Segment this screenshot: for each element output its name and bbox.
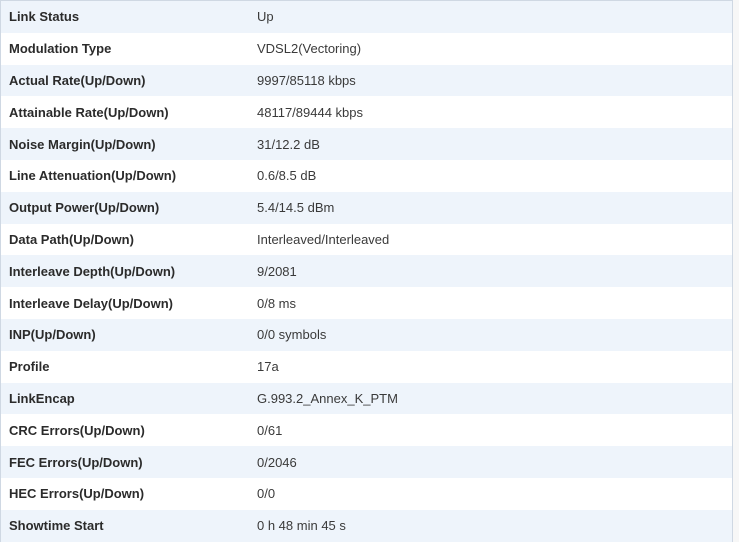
row-label: Interleave Delay(Up/Down)	[9, 295, 173, 311]
row-value: 9997/85118 kbps	[257, 72, 356, 88]
row-label: Noise Margin(Up/Down)	[9, 136, 156, 152]
row-value: 0/61	[257, 422, 283, 438]
table-row-interleave-delay: Interleave Delay(Up/Down) 0/8 ms	[1, 287, 732, 319]
table-row-actual-rate: Actual Rate(Up/Down) 9997/85118 kbps	[1, 64, 732, 97]
dsl-status-table: Link Status Up Modulation Type VDSL2(Vec…	[0, 0, 733, 542]
row-value: 31/12.2 dB	[257, 136, 320, 152]
table-row-interleave-depth: Interleave Depth(Up/Down) 9/2081	[1, 255, 732, 288]
table-row-showtime-start: Showtime Start 0 h 48 min 45 s	[1, 509, 732, 542]
row-label: HEC Errors(Up/Down)	[9, 486, 145, 502]
row-value: 0/8 ms	[257, 295, 297, 311]
row-value: 5.4/14.5 dBm	[257, 200, 335, 216]
table-row-crc-errors: CRC Errors(Up/Down) 0/61	[1, 414, 732, 447]
row-value: 0.6/8.5 dB	[257, 168, 317, 184]
row-value: 0/0	[257, 486, 276, 502]
table-row-hec-errors: HEC Errors(Up/Down) 0/0	[1, 477, 732, 510]
row-value: Up	[257, 9, 274, 25]
scroll-edge	[733, 0, 739, 542]
table-row-noise-margin: Noise Margin(Up/Down) 31/12.2 dB	[1, 128, 732, 160]
table-row-fec-errors: FEC Errors(Up/Down) 0/2046	[1, 446, 732, 478]
row-value: Interleaved/Interleaved	[257, 231, 390, 247]
table-row-line-attenuation: Line Attenuation(Up/Down) 0.6/8.5 dB	[1, 159, 732, 192]
row-label: CRC Errors(Up/Down)	[9, 422, 145, 438]
table-row-data-path: Data Path(Up/Down) Interleaved/Interleav…	[1, 223, 732, 256]
table-row-link-status: Link Status Up	[1, 1, 732, 33]
table-row-modulation-type: Modulation Type VDSL2(Vectoring)	[1, 32, 732, 65]
row-label: FEC Errors(Up/Down)	[9, 454, 143, 470]
table-row-inp: INP(Up/Down) 0/0 symbols	[1, 318, 732, 351]
row-label: Profile	[9, 359, 50, 375]
row-value: 0/2046	[257, 454, 297, 470]
row-label: Line Attenuation(Up/Down)	[9, 168, 177, 184]
row-label: Modulation Type	[9, 41, 112, 57]
row-value: 0/0 symbols	[257, 327, 327, 343]
row-label: Attainable Rate(Up/Down)	[9, 104, 169, 120]
table-row-output-power: Output Power(Up/Down) 5.4/14.5 dBm	[1, 191, 732, 224]
row-label: INP(Up/Down)	[9, 327, 96, 343]
row-label: Interleave Depth(Up/Down)	[9, 263, 176, 279]
row-label: LinkEncap	[9, 390, 75, 406]
row-value: 9/2081	[257, 263, 297, 279]
row-value: VDSL2(Vectoring)	[257, 41, 362, 57]
row-value: 48117/89444 kbps	[257, 104, 364, 120]
row-label: Link Status	[9, 9, 80, 25]
row-label: Data Path(Up/Down)	[9, 231, 134, 247]
row-value: 17a	[257, 359, 279, 375]
row-label: Showtime Start	[9, 518, 104, 534]
table-row-profile: Profile 17a	[1, 350, 732, 383]
row-label: Output Power(Up/Down)	[9, 200, 160, 216]
row-label: Actual Rate(Up/Down)	[9, 72, 146, 88]
table-row-attainable-rate: Attainable Rate(Up/Down) 48117/89444 kbp…	[1, 96, 732, 129]
table-row-link-encap: LinkEncap G.993.2_Annex_K_PTM	[1, 382, 732, 415]
row-value: 0 h 48 min 45 s	[257, 518, 346, 534]
row-value: G.993.2_Annex_K_PTM	[257, 390, 398, 406]
